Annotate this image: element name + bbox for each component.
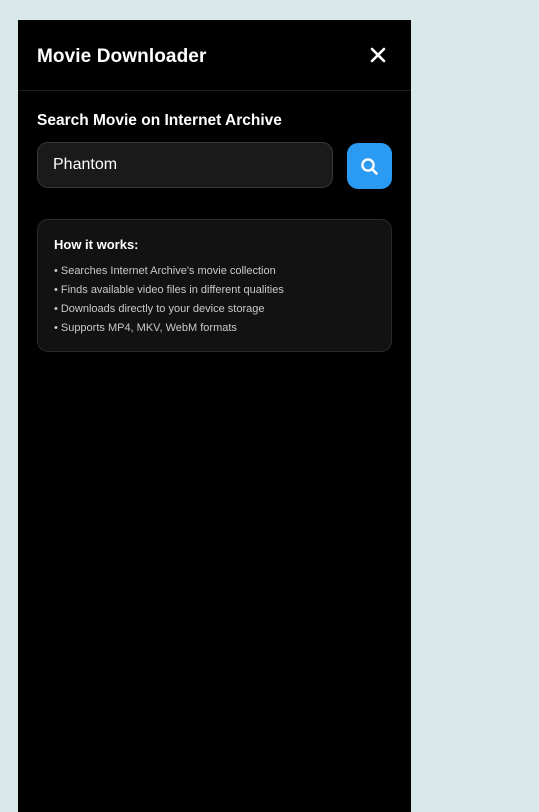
how-it-works-title: How it works: [54,237,139,252]
search-input[interactable] [37,142,333,188]
movie-downloader-panel: Movie Downloader Search Movie on Interne… [18,20,411,812]
panel-title: Movie Downloader [37,46,207,67]
close-button[interactable] [369,46,387,64]
list-item: Downloads directly to your device storag… [54,300,284,319]
search-button[interactable] [347,143,392,189]
how-it-works-list: Searches Internet Archive's movie collec… [54,262,284,338]
list-item: Searches Internet Archive's movie collec… [54,262,284,281]
list-item: Finds available video files in different… [54,281,284,300]
panel-header: Movie Downloader [18,20,411,91]
how-it-works-card: How it works: Searches Internet Archive'… [37,219,392,352]
search-section-label: Search Movie on Internet Archive [37,112,282,129]
list-item: Supports MP4, MKV, WebM formats [54,319,284,338]
close-icon [370,47,386,63]
search-icon [361,158,378,175]
